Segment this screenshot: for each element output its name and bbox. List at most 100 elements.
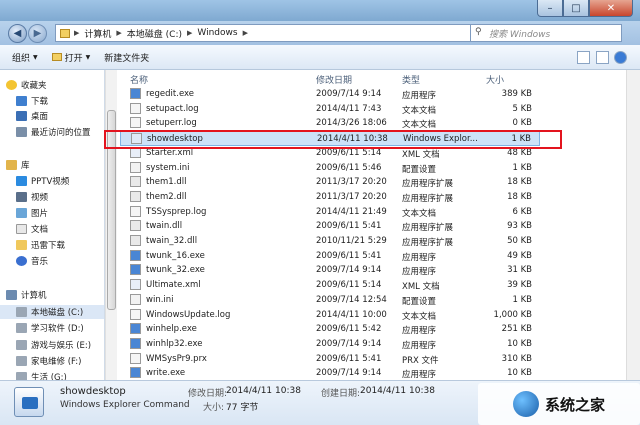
- nav-drive-f[interactable]: 家电维修 (F:): [16, 354, 104, 368]
- nav-item-thunder[interactable]: 迅雷下载: [16, 238, 104, 252]
- nav-item-recent[interactable]: 最近访问的位置: [16, 125, 104, 139]
- title-bar: – □ ✕: [0, 0, 640, 21]
- details-modified-label: 修改日期:: [188, 389, 228, 399]
- file-row[interactable]: system.ini 2009/6/11 5:46 配置设置 1 KB: [120, 161, 540, 176]
- view-options-button[interactable]: [577, 51, 590, 64]
- file-icon: [130, 279, 141, 291]
- column-name[interactable]: 名称: [130, 73, 148, 86]
- file-name: them1.dll: [146, 177, 187, 188]
- file-row[interactable]: TSSysprep.log 2014/4/11 21:49 文本文档 6 KB: [120, 205, 540, 220]
- file-list-scrollbar[interactable]: [626, 70, 640, 380]
- nav-item-desktop[interactable]: 桌面: [16, 109, 104, 123]
- breadcrumb-computer[interactable]: 计算机: [79, 27, 116, 40]
- file-row[interactable]: win.ini 2009/7/14 12:54 配置设置 1 KB: [120, 293, 540, 308]
- drive-icon: [16, 323, 27, 333]
- file-type: 文本文档: [402, 105, 437, 116]
- file-date: 2009/6/11 5:41: [316, 221, 382, 232]
- breadcrumb-windows[interactable]: Windows: [192, 28, 242, 38]
- file-size: 0 KB: [512, 118, 532, 129]
- details-size-value: 77 字节: [226, 403, 259, 413]
- file-row[interactable]: showdesktop 2014/4/11 10:38 Windows Explor…: [120, 131, 540, 146]
- drive-icon: [16, 340, 27, 350]
- column-date[interactable]: 修改日期: [316, 73, 352, 86]
- minimize-button[interactable]: –: [537, 0, 563, 17]
- file-icon: [130, 220, 141, 232]
- open-button[interactable]: 打开 ▼: [51, 51, 90, 64]
- file-row[interactable]: winhelp.exe 2009/6/11 5:42 应用程序 251 KB: [120, 322, 540, 337]
- nav-drive-g[interactable]: 生活 (G:): [16, 370, 104, 380]
- address-bar[interactable]: ▶ 计算机 ▶ 本地磁盘 (C:) ▶ Windows ▶: [55, 24, 478, 42]
- file-date: 2014/4/11 10:00: [316, 309, 387, 320]
- file-name: system.ini: [146, 162, 190, 173]
- nav-drive-e[interactable]: 游戏与娱乐 (E:): [16, 338, 104, 352]
- navigation-scrollbar[interactable]: [105, 70, 117, 380]
- file-size: 1 KB: [512, 162, 532, 173]
- file-icon: [130, 190, 141, 202]
- column-size[interactable]: 大小: [486, 73, 504, 86]
- nav-item-pictures[interactable]: 图片: [16, 206, 104, 220]
- file-row[interactable]: Ultimate.xml 2009/6/11 5:14 XML 文档 39 KB: [120, 278, 540, 293]
- file-date: 2009/7/14 9:14: [316, 368, 382, 379]
- file-size: 48 KB: [507, 147, 532, 158]
- file-date: 2009/6/11 5:42: [316, 324, 382, 335]
- new-folder-button[interactable]: 新建文件夹: [104, 51, 149, 64]
- scrollbar-thumb[interactable]: [107, 110, 116, 310]
- file-date: 2011/3/17 20:20: [316, 177, 387, 188]
- file-row[interactable]: winhlp32.exe 2009/7/14 9:14 应用程序 10 KB: [120, 337, 540, 352]
- file-type: 应用程序扩展: [402, 179, 454, 190]
- open-label: 打开: [64, 53, 83, 64]
- nav-item-label: 家电维修 (F:): [31, 357, 82, 367]
- file-row[interactable]: WindowsUpdate.log 2014/4/11 10:00 文本文档 1,00…: [120, 308, 540, 323]
- back-button[interactable]: ◀: [8, 24, 27, 43]
- nav-item-label: 图片: [31, 209, 49, 219]
- details-created-value: 2014/4/11 10:38: [360, 386, 435, 396]
- file-type: XML 文档: [402, 149, 440, 160]
- help-icon[interactable]: [614, 51, 627, 64]
- nav-drive-d[interactable]: 学习软件 (D:): [16, 321, 104, 335]
- search-input[interactable]: ⚲ 搜索 Windows: [470, 24, 622, 42]
- organize-button[interactable]: 组织 ▼: [12, 51, 38, 64]
- forward-button[interactable]: ▶: [28, 24, 47, 43]
- file-name: them2.dll: [146, 191, 187, 202]
- nav-computer[interactable]: 计算机: [6, 288, 104, 302]
- breadcrumb-drive-c[interactable]: 本地磁盘 (C:): [122, 27, 187, 40]
- file-row[interactable]: Starter.xml 2009/6/11 5:14 XML 文档 48 KB: [120, 146, 540, 161]
- maximize-button[interactable]: □: [563, 0, 589, 17]
- search-icon: ⚲: [475, 27, 482, 37]
- file-row[interactable]: setuperr.log 2014/3/26 18:06 文本文档 0 KB: [120, 116, 540, 131]
- file-row[interactable]: twunk_32.exe 2009/7/14 9:14 应用程序 31 KB: [120, 263, 540, 278]
- nav-libraries[interactable]: 库: [6, 158, 104, 172]
- drive-icon: [16, 356, 27, 366]
- column-type[interactable]: 类型: [402, 73, 420, 86]
- nav-item-videos[interactable]: 视频: [16, 190, 104, 204]
- nav-favorites[interactable]: 收藏夹: [6, 78, 104, 92]
- close-button[interactable]: ✕: [589, 0, 633, 17]
- file-row[interactable]: twunk_16.exe 2009/6/11 5:41 应用程序 49 KB: [120, 249, 540, 264]
- file-row[interactable]: twain.dll 2009/6/11 5:41 应用程序扩展 93 KB: [120, 219, 540, 234]
- nav-item-documents[interactable]: 文档: [16, 222, 104, 236]
- chevron-down-icon: ▼: [33, 53, 38, 61]
- nav-item-label: 迅雷下载: [31, 241, 66, 251]
- file-row[interactable]: them1.dll 2011/3/17 20:20 应用程序扩展 18 KB: [120, 175, 540, 190]
- open-folder-icon: [51, 53, 62, 61]
- file-size: 93 KB: [507, 221, 532, 232]
- nav-item-pptv[interactable]: PPTV视频: [16, 174, 104, 188]
- preview-pane-button[interactable]: [596, 51, 609, 64]
- recent-places-icon: [16, 127, 27, 137]
- file-row[interactable]: write.exe 2009/7/14 9:14 应用程序 10 KB: [120, 366, 540, 380]
- file-row[interactable]: them2.dll 2011/3/17 20:20 应用程序扩展 18 KB: [120, 190, 540, 205]
- file-type: 应用程序扩展: [402, 193, 454, 204]
- file-size: 5 KB: [512, 103, 532, 114]
- file-row[interactable]: twain_32.dll 2010/11/21 5:29 应用程序扩展 50 KB: [120, 234, 540, 249]
- file-row[interactable]: regedit.exe 2009/7/14 9:14 应用程序 389 KB: [120, 87, 540, 102]
- nav-item-music[interactable]: 音乐: [16, 254, 104, 268]
- nav-item-downloads[interactable]: 下载: [16, 94, 104, 108]
- nav-item-label: 音乐: [31, 257, 49, 267]
- file-size: 18 KB: [507, 177, 532, 188]
- file-name: Starter.xml: [146, 147, 194, 158]
- file-row[interactable]: WMSysPr9.prx 2009/6/11 5:41 PRX 文件 310 KB: [120, 352, 540, 367]
- nav-drive-c[interactable]: 本地磁盘 (C:): [0, 305, 104, 319]
- organize-label: 组织: [12, 53, 31, 64]
- file-name: WMSysPr9.prx: [146, 353, 207, 364]
- file-row[interactable]: setupact.log 2014/4/11 7:43 文本文档 5 KB: [120, 102, 540, 117]
